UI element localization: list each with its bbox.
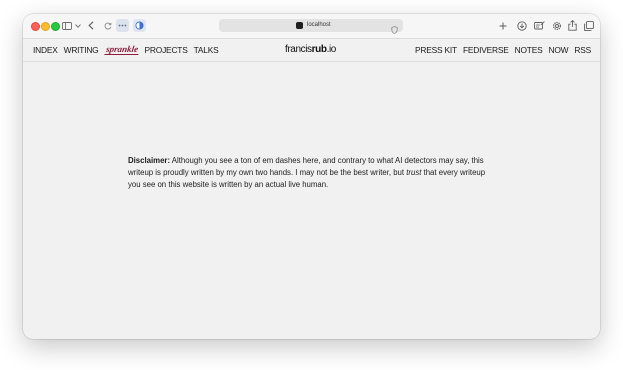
reload-icon[interactable] [104, 19, 112, 32]
nav-link-fediverse[interactable]: FEDIVERSE [463, 44, 509, 56]
url-text: localhost [307, 22, 331, 28]
browser-toolbar: localhost [23, 14, 600, 39]
plus-icon[interactable] [499, 19, 507, 32]
chevron-down-icon[interactable] [75, 19, 81, 32]
nav-link-projects[interactable]: PROJECTS [145, 44, 188, 56]
nav-link-now[interactable]: NOW [549, 44, 569, 56]
minimize-window-button[interactable] [41, 22, 50, 31]
download-icon[interactable] [517, 19, 527, 32]
disclaimer-label: Disclaimer: [128, 156, 171, 165]
site-favicon-icon [296, 22, 303, 29]
nav-link-rss[interactable]: RSS [574, 44, 591, 56]
privacy-shield-icon[interactable] [391, 21, 398, 39]
back-arrow-icon[interactable] [88, 19, 94, 32]
nav-link-writing[interactable]: WRITING [64, 44, 99, 56]
disclaimer-paragraph: Disclaimer: Although you see a ton of em… [128, 155, 498, 191]
reader-icon[interactable] [534, 19, 545, 32]
ellipsis-extension-icon[interactable] [116, 19, 129, 32]
sidebar-icon[interactable] [62, 19, 72, 32]
half-moon-extension-icon[interactable] [133, 19, 146, 32]
gear-icon[interactable] [552, 19, 562, 32]
nav-left-group: INDEX WRITING sprankle PROJECTS TALKS [33, 44, 219, 56]
nav-link-notes[interactable]: NOTES [515, 44, 543, 56]
nav-link-press-kit[interactable]: PRESS KIT [415, 44, 457, 56]
nav-link-talks[interactable]: TALKS [194, 44, 219, 56]
browser-window: localhost INDEX WRITING sprankle PROJECT… [23, 14, 600, 339]
close-window-button[interactable] [31, 22, 40, 31]
maximize-window-button[interactable] [51, 22, 60, 31]
site-navigation: INDEX WRITING sprankle PROJECTS TALKS fr… [23, 39, 600, 62]
brand-part-tld: .io [326, 44, 337, 55]
disclaimer-emphasis: trust [406, 168, 422, 177]
tab-overview-icon[interactable] [584, 19, 594, 32]
nav-link-index[interactable]: INDEX [33, 44, 58, 56]
nav-right-group: PRESS KIT FEDIVERSE NOTES NOW RSS [415, 44, 591, 56]
share-icon[interactable] [568, 19, 577, 32]
brand-part-bold: rub [311, 44, 327, 55]
brand-part-first: francis [285, 44, 312, 55]
site-brand-logo[interactable]: francisrub.io [285, 44, 336, 56]
address-bar[interactable]: localhost [219, 19, 403, 34]
nav-link-sprankle-logo[interactable]: sprankle [103, 44, 140, 55]
